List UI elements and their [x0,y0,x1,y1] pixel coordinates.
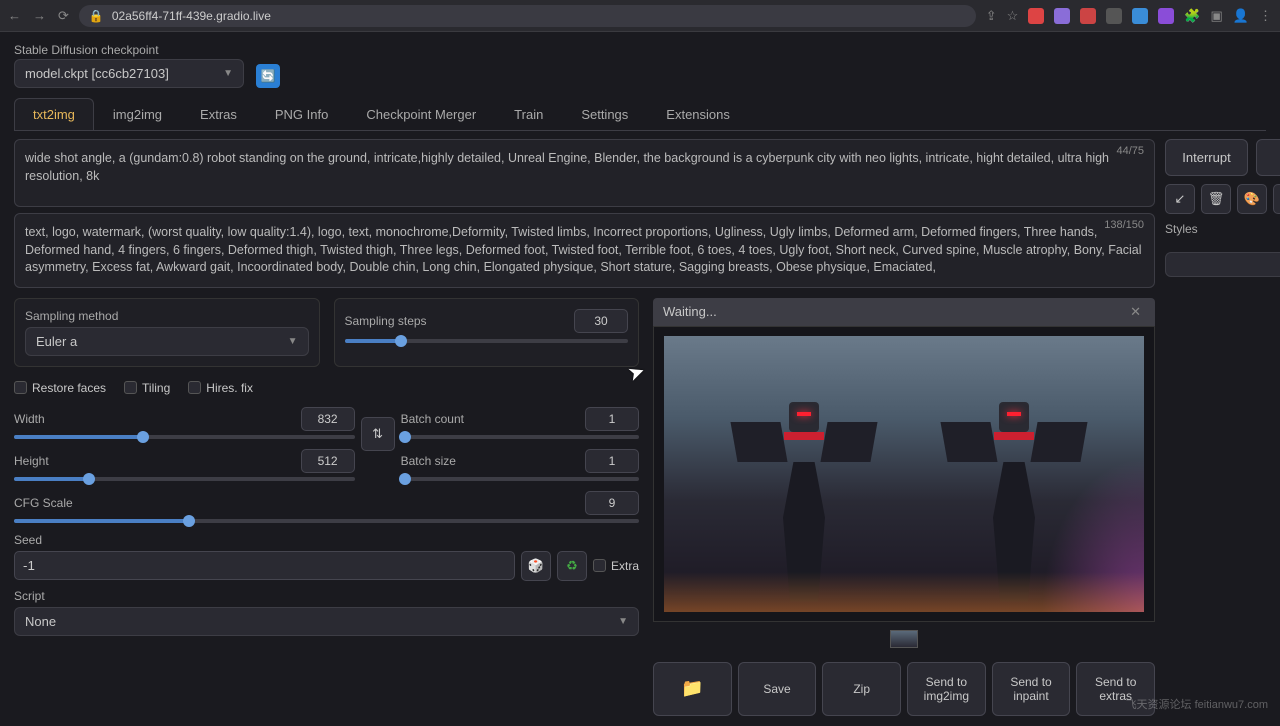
tab-pnginfo[interactable]: PNG Info [256,98,347,130]
chevron-down-icon: ▼ [288,336,298,347]
url-bar[interactable]: 🔒 02a56ff4-71ff-439e.gradio.live [79,5,976,27]
height-input[interactable] [301,449,355,473]
batch-count-slider[interactable] [401,435,639,439]
ext-icon-6[interactable] [1158,8,1174,24]
tab-checkpoint-merger[interactable]: Checkpoint Merger [347,98,495,130]
send-inpaint-button[interactable]: Send to inpaint [992,662,1071,716]
clipboard-icon-button[interactable]: 📋 [1273,184,1280,214]
prompt-counter: 44/75 [1116,144,1144,159]
folder-icon: 📁 [681,678,703,699]
cfg-input[interactable] [585,491,639,515]
output-thumbnail[interactable] [890,630,918,648]
batch-size-input[interactable] [585,449,639,473]
menu-icon[interactable]: ⋮ [1259,8,1272,24]
styles-select[interactable]: ▼ [1165,252,1280,277]
negative-prompt-input[interactable]: 138/150 text, logo, watermark, (worst qu… [14,213,1155,288]
batch-size-label: Batch size [401,454,456,468]
sampling-method-label: Sampling method [25,309,309,323]
script-value: None [25,614,56,629]
height-slider[interactable] [14,477,355,481]
tab-extensions[interactable]: Extensions [647,98,749,130]
random-seed-button[interactable]: 🎲 [521,551,551,581]
sampling-method-select[interactable]: Euler a ▼ [25,327,309,356]
width-label: Width [14,412,45,426]
hires-fix-checkbox[interactable]: Hires. fix [188,381,253,395]
cfg-label: CFG Scale [14,496,73,510]
seed-label: Seed [14,533,639,547]
tab-extras[interactable]: Extras [181,98,256,130]
open-folder-button[interactable]: 📁 [653,662,732,716]
reload-icon[interactable]: ⟳ [58,8,69,24]
browser-toolbar: ⇪ ☆ 🧩 ▣ 👤 ⋮ [986,8,1272,24]
chevron-down-icon: ▼ [618,616,628,627]
prompt-input[interactable]: 44/75 wide shot angle, a (gundam:0.8) ro… [14,139,1155,207]
browser-chrome: ← → ⟳ 🔒 02a56ff4-71ff-439e.gradio.live ⇪… [0,0,1280,32]
zip-button[interactable]: Zip [822,662,901,716]
script-select[interactable]: None ▼ [14,607,639,636]
extensions-icon[interactable]: 🧩 [1184,8,1200,24]
tab-settings[interactable]: Settings [562,98,647,130]
main-tabs: txt2img img2img Extras PNG Info Checkpoi… [14,98,1266,131]
batch-count-label: Batch count [401,412,464,426]
height-label: Height [14,454,49,468]
art-icon-button[interactable]: 🎨 [1237,184,1267,214]
tab-img2img[interactable]: img2img [94,98,181,130]
back-icon[interactable]: ← [8,8,21,24]
sampling-method-value: Euler a [36,334,77,349]
ext-icon-5[interactable] [1132,8,1148,24]
share-icon[interactable]: ⇪ [986,8,997,24]
star-icon[interactable]: ☆ [1007,8,1019,24]
ext-icon-4[interactable] [1106,8,1122,24]
seed-input[interactable] [14,551,515,580]
tab-train[interactable]: Train [495,98,562,130]
reuse-seed-button[interactable]: ♻ [557,551,587,581]
ext-icon-2[interactable] [1054,8,1070,24]
script-label: Script [14,589,639,603]
prompt-text: wide shot angle, a (gundam:0.8) robot st… [25,151,1109,183]
sampling-steps-input[interactable] [574,309,628,333]
sampling-steps-label: Sampling steps [345,314,427,328]
width-input[interactable] [301,407,355,431]
lock-icon: 🔒 [89,9,104,23]
generated-image[interactable] [664,336,1144,612]
batch-count-input[interactable] [585,407,639,431]
tab-icon[interactable]: ▣ [1211,8,1223,24]
save-button[interactable]: Save [738,662,817,716]
send-img2img-button[interactable]: Send to img2img [907,662,986,716]
tab-txt2img[interactable]: txt2img [14,98,94,130]
ext-icon-3[interactable] [1080,8,1096,24]
sampling-steps-slider[interactable] [345,339,629,343]
cfg-slider[interactable] [14,519,639,523]
checkpoint-label: Stable Diffusion checkpoint [14,43,159,57]
negative-counter: 138/150 [1104,218,1144,233]
swap-dimensions-button[interactable]: ⇅ [361,417,395,451]
trash-icon-button[interactable]: 🗑 [1201,184,1231,214]
watermark-text: 飞天资源论坛 feitianwu7.com [1126,696,1268,712]
width-slider[interactable] [14,435,355,439]
interrupt-button[interactable]: Interrupt [1165,139,1248,176]
output-image-area [653,326,1155,622]
chevron-down-icon: ▼ [223,68,233,79]
extra-seed-checkbox[interactable]: Extra [593,559,639,573]
checkpoint-value: model.ckpt [cc6cb27103] [25,66,169,81]
restore-faces-checkbox[interactable]: Restore faces [14,381,106,395]
styles-label: Styles [1165,222,1280,236]
checkpoint-select[interactable]: model.ckpt [cc6cb27103] ▼ [14,59,244,88]
close-icon[interactable]: ✕ [1126,304,1145,320]
tiling-checkbox[interactable]: Tiling [124,381,170,395]
refresh-checkpoint-button[interactable]: 🔄 [256,64,280,88]
skip-button[interactable]: Skip [1256,139,1280,176]
output-status: Waiting... [663,304,717,319]
batch-size-slider[interactable] [401,477,639,481]
forward-icon[interactable]: → [33,8,46,24]
profile-icon[interactable]: 👤 [1233,8,1249,24]
ext-icon-1[interactable] [1028,8,1044,24]
negative-text: text, logo, watermark, (worst quality, l… [25,225,1142,274]
arrow-icon-button[interactable]: ↙ [1165,184,1195,214]
url-text: 02a56ff4-71ff-439e.gradio.live [112,9,271,23]
